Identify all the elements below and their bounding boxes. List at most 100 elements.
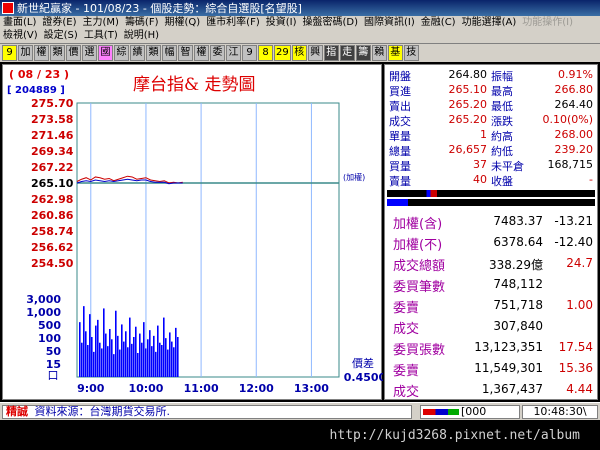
toolbar-button[interactable]: 走 (339, 45, 355, 61)
quote-label: 賣量 (389, 175, 411, 188)
volume-bar (167, 349, 169, 377)
toolbar-button[interactable]: 權 (34, 45, 49, 61)
menu-item[interactable]: 設定(S) (41, 29, 81, 42)
quote-value: 264.40 (554, 98, 594, 111)
market-stat-change: 24.7 (566, 256, 593, 270)
menu-item[interactable]: 功能選擇(A) (459, 16, 520, 29)
volume-bar (177, 337, 179, 377)
toolbar-button[interactable]: 8 (258, 45, 273, 61)
toolbar-button[interactable]: 類 (146, 45, 161, 61)
menu-item[interactable]: 說明(H) (121, 29, 162, 42)
volume-bar (99, 342, 101, 377)
quote-label: 單量 (389, 130, 411, 143)
menu-item[interactable]: 檢視(V) (0, 29, 41, 42)
market-stat-change: -13.21 (554, 214, 593, 228)
menu-item[interactable]: 投資(I) (263, 16, 300, 29)
toolbar-button[interactable]: 國 (98, 45, 113, 61)
volume-bar (93, 351, 95, 377)
menu-item[interactable]: 主力(M) (80, 16, 122, 29)
bid-ask-ratio-bar (387, 190, 595, 197)
time-tick-label: 13:00 (294, 382, 329, 395)
volume-bar (141, 342, 143, 377)
volume-bar (85, 331, 87, 377)
quote-value: 265.20 (448, 98, 488, 111)
menu-item[interactable]: 期權(Q) (162, 16, 204, 29)
market-stat-value: 6378.64 (493, 235, 543, 249)
market-stat-value: 748,112 (493, 277, 543, 291)
status-clock: 10:48:30\ (522, 405, 598, 419)
price-tick-label: 273.58 (31, 113, 73, 126)
menu-item[interactable]: 操盤密碼(D) (300, 16, 362, 29)
volume-bar (137, 353, 139, 377)
market-stat-label: 加權(含) (393, 217, 443, 232)
volume-bar (123, 341, 125, 377)
toolbar-button[interactable]: 9 (2, 45, 17, 61)
volume-bar (143, 322, 145, 377)
market-stat-value: 1,367,437 (481, 382, 543, 396)
toolbar-button[interactable]: 基 (387, 45, 403, 61)
toolbar-button[interactable]: 價 (66, 45, 81, 61)
toolbar-button[interactable]: 類 (50, 45, 65, 61)
menu-item[interactable]: 畫面(L) (0, 16, 39, 29)
quote-label: 成交 (389, 115, 411, 128)
volume-bar (135, 326, 137, 377)
quick-toolbar: 9 加權類價選國綜績類幅智權委江 9 8 29 核興指走籌賴基技 (0, 44, 600, 62)
volume-bar (139, 333, 141, 377)
app-icon[interactable] (2, 2, 14, 14)
price-tick-label: 254.50 (31, 257, 74, 270)
menu-item[interactable]: 證券(E) (39, 16, 79, 29)
quote-label: 買量 (389, 160, 411, 173)
menu-item[interactable]: 功能操作(I) (519, 16, 576, 29)
toolbar-button[interactable]: 智 (178, 45, 193, 61)
quote-row: 開盤 264.80 振幅 0.91% (385, 68, 599, 83)
menu-item[interactable]: 籌碼(F) (122, 16, 162, 29)
toolbar-button[interactable]: 幅 (162, 45, 177, 61)
market-stat-value: 338.29億 (489, 258, 543, 272)
volume-bar (113, 354, 115, 377)
market-stat-label: 委賣 (393, 301, 420, 316)
quote-label: 收盤 (491, 175, 513, 188)
toolbar-button[interactable]: 江 (226, 45, 241, 61)
volume-bar (171, 341, 173, 377)
toolbar-button[interactable]: 選 (82, 45, 97, 61)
price-diff-label: 價差 (352, 356, 374, 370)
menu-item[interactable]: 國際資訊(I) (361, 16, 418, 29)
quote-value: 0.10(0%) (542, 113, 593, 126)
toolbar-button[interactable]: 賴 (371, 45, 387, 61)
menu-item[interactable]: 金融(C) (418, 16, 459, 29)
volume-bar (87, 345, 89, 377)
toolbar-button[interactable]: 權 (194, 45, 209, 61)
market-stat-change: 17.54 (558, 340, 593, 354)
quote-value: 265.10 (448, 83, 488, 96)
volume-bar (147, 339, 149, 377)
volume-bar (101, 348, 103, 377)
market-stat-label: 成交 (393, 385, 420, 400)
market-stat-row: 委買筆數 748,112 (385, 273, 599, 295)
quote-label: 開盤 (389, 70, 411, 83)
toolbar-button[interactable]: 指 (323, 45, 339, 61)
toolbar-button[interactable]: 績 (130, 45, 145, 61)
market-stat-change: -12.40 (554, 235, 593, 249)
toolbar-button[interactable]: 委 (210, 45, 225, 61)
volume-bar (79, 322, 81, 377)
toolbar-button[interactable]: 加 (18, 45, 33, 61)
menu-item[interactable]: 工具(T) (81, 29, 121, 42)
toolbar-button[interactable]: 29 (274, 45, 291, 61)
toolbar-button[interactable]: 綜 (114, 45, 129, 61)
market-stat-value: 11,549,301 (474, 361, 543, 375)
toolbar-button[interactable]: 籌 (355, 45, 371, 61)
quote-value: - (589, 173, 593, 186)
toolbar-button[interactable]: 核 (291, 45, 307, 61)
toolbar-button[interactable]: 9 (242, 45, 257, 61)
status-tag: 精誠 (6, 405, 28, 418)
quote-value: 264.80 (448, 68, 488, 81)
toolbar-button[interactable]: 興 (307, 45, 323, 61)
price-diff-value: 0.4500 (344, 371, 383, 384)
market-stat-row: 委賣 11,549,301 15.36 (385, 357, 599, 379)
quote-label: 振幅 (491, 70, 513, 83)
volume-bar (153, 335, 155, 377)
volume-bar (95, 325, 97, 377)
toolbar-button[interactable]: 技 (403, 45, 419, 61)
menu-item[interactable]: 匯市利率(F) (203, 16, 263, 29)
market-stat-value: 13,123,351 (474, 340, 543, 354)
